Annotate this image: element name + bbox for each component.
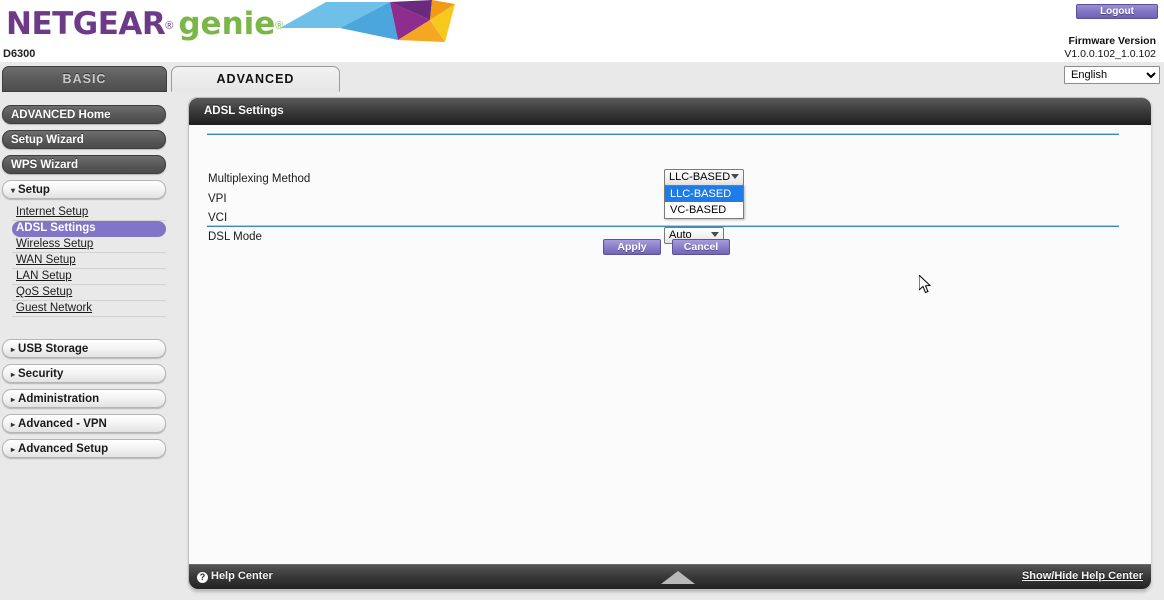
chevron-right-icon: ▸ [11,420,16,429]
firmware-version-label: Firmware Version [1068,35,1156,47]
main-tab-bar: BASIC ADVANCED [0,66,1164,92]
panel-title: ADSL Settings [189,98,1151,125]
collapse-up-arrow-icon[interactable] [661,571,695,584]
firmware-version-value: V1.0.0.102_1.0.102 [1064,48,1156,60]
sidebar-section-administration[interactable]: ▸ Administration [2,389,166,408]
page-header: NETGEAR® genie® D6300 Logout Firmware Ver… [0,0,1164,84]
vci-label: VCI [208,212,228,224]
sidebar-section-security[interactable]: ▸ Security [2,364,166,383]
router-admin-page: NETGEAR® genie® D6300 Logout Firmware Ver… [0,0,1164,600]
vpi-label: VPI [208,193,227,205]
panel-body: Multiplexing Method VPI VCI DSL Mode LLC… [189,125,1151,565]
multiplexing-method-dropdown-list[interactable]: LLC-BASED VC-BASED [664,185,744,219]
genie-prism-graphic [280,0,455,42]
brand-netgear-text: NETGEAR [6,6,166,42]
tab-basic[interactable]: BASIC [2,66,167,92]
apply-button[interactable]: Apply [603,239,661,255]
sidebar-item-internet-setup[interactable]: Internet Setup [12,205,166,221]
sidebar-item-wps-wizard[interactable]: WPS Wizard [2,155,166,174]
sidebar-item-label: Internet Setup [16,206,89,218]
sidebar-item-label: LAN Setup [16,270,72,282]
chevron-right-icon: ▸ [11,395,16,404]
sidebar-item-adsl-settings[interactable]: ADSL Settings [12,221,166,237]
sidebar-section-advanced-vpn[interactable]: ▸ Advanced - VPN [2,414,166,433]
main-content-panel: ADSL Settings Multiplexing Method VPI VC… [188,97,1151,590]
sidebar-item-guest-network[interactable]: Guest Network [12,301,166,317]
chevron-down-icon: ▾ [11,186,16,195]
multiplexing-method-select[interactable]: LLC-BASED [664,169,744,186]
sidebar-submenu-setup: Internet Setup ADSL Settings Wireless Se… [2,205,166,317]
sidebar-item-label: ADVANCED Home [11,109,111,121]
chevron-down-icon [711,232,719,237]
sidebar-item-label: Advanced Setup [18,443,109,455]
sidebar-item-label: Advanced - VPN [18,418,107,430]
sidebar-item-label: USB Storage [18,343,89,355]
sidebar-item-label: Administration [18,393,100,405]
dropdown-option-llc-based[interactable]: LLC-BASED [665,186,743,202]
chevron-down-icon [731,174,739,179]
multiplexing-method-label: Multiplexing Method [208,173,311,185]
dsl-mode-label: DSL Mode [208,231,262,243]
multiplexing-method-value: LLC-BASED [669,171,731,183]
sidebar-item-wan-setup[interactable]: WAN Setup [12,253,166,269]
sidebar-item-label: Guest Network [16,302,93,314]
sidebar-item-label: Setup Wizard [11,134,84,146]
sidebar-item-wireless-setup[interactable]: Wireless Setup [12,237,166,253]
section-divider-top [207,133,1119,135]
netgear-genie-logo: NETGEAR® genie® [6,6,283,46]
mouse-cursor [919,275,932,294]
panel-footer: ? Help Center Show/Hide Help Center [189,564,1151,589]
help-center-label: Help Center [211,570,273,582]
sidebar-item-setup-wizard[interactable]: Setup Wizard [2,130,166,149]
sidebar-item-lan-setup[interactable]: LAN Setup [12,269,166,285]
help-center-button[interactable]: ? Help Center [197,570,273,583]
chevron-right-icon: ▸ [11,345,16,354]
sidebar-section-setup[interactable]: ▾ Setup [2,180,166,199]
sidebar-section-usb-storage[interactable]: ▸ USB Storage [2,339,166,358]
sidebar-item-label: ADSL Settings [16,222,96,234]
section-divider-bottom [207,225,1119,227]
sidebar-nav: ADVANCED Home Setup Wizard WPS Wizard ▾ S… [0,105,172,464]
registered-mark-netgear: ® [165,20,174,32]
sidebar-item-label: QoS Setup [16,286,73,298]
tab-advanced[interactable]: ADVANCED [171,66,340,92]
sidebar-item-label: Security [18,368,64,380]
dropdown-option-vc-based[interactable]: VC-BASED [665,202,743,218]
router-model-name: D6300 [3,48,36,60]
cancel-button[interactable]: Cancel [672,239,730,255]
sidebar-item-label: Wireless Setup [16,238,94,250]
chevron-right-icon: ▸ [11,445,16,454]
show-hide-help-center-link[interactable]: Show/Hide Help Center [1022,570,1143,582]
sidebar-item-label: Setup [18,184,50,196]
sidebar-item-label: WPS Wizard [11,159,78,171]
chevron-right-icon: ▸ [11,370,16,379]
sidebar-section-advanced-setup[interactable]: ▸ Advanced Setup [2,439,166,458]
sidebar-item-qos-setup[interactable]: QoS Setup [12,285,166,301]
brand-genie-text: genie [178,6,276,42]
sidebar-item-advanced-home[interactable]: ADVANCED Home [2,105,166,124]
logout-button[interactable]: Logout [1076,4,1158,19]
question-mark-icon: ? [197,572,208,583]
sidebar-item-label: WAN Setup [16,254,76,266]
